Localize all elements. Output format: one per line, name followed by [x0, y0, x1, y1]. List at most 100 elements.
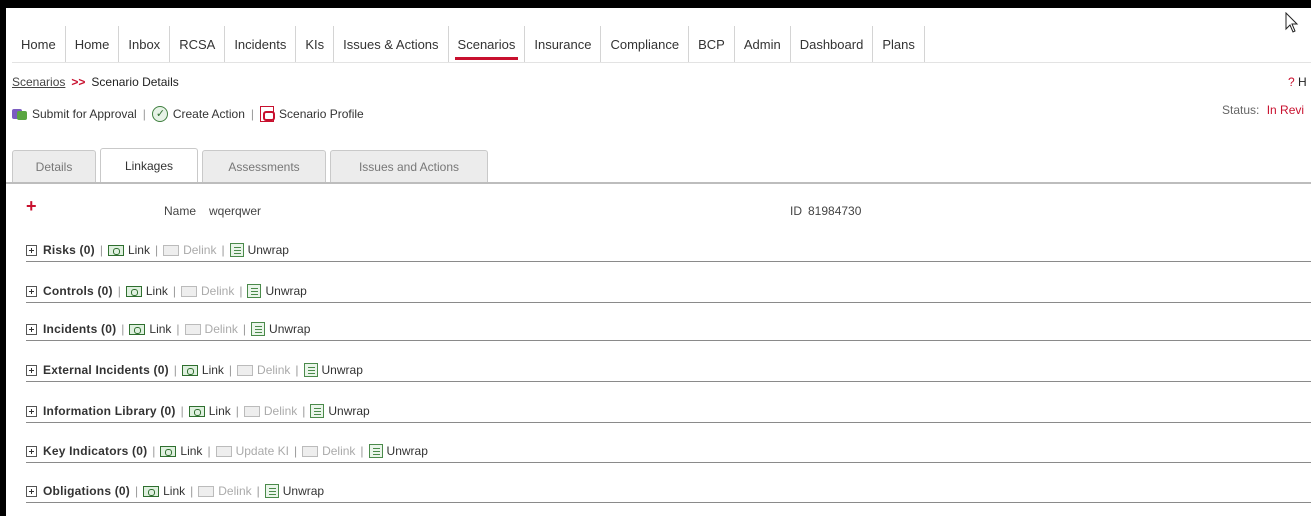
section-divider [26, 502, 1311, 503]
expand-icon[interactable] [26, 364, 37, 376]
mouse-cursor-icon [1285, 12, 1299, 33]
unwrap-button[interactable]: Unwrap [247, 284, 307, 298]
expand-icon[interactable] [26, 445, 37, 457]
submit-approval-icon [12, 107, 27, 121]
nav-item-kis[interactable]: KIs [296, 26, 335, 62]
nav-item-inbox[interactable]: Inbox [119, 26, 171, 62]
pipe-separator: | [99, 243, 103, 257]
link-button[interactable]: Link [125, 284, 168, 298]
delink-label: Delink [322, 444, 356, 458]
status-value: In Revi [1266, 103, 1305, 117]
nav-item-insurance[interactable]: Insurance [525, 26, 602, 62]
pipe-separator: | [152, 444, 156, 458]
delink-button: Delink [243, 404, 297, 418]
nav-item-dashboard[interactable]: Dashboard [791, 26, 874, 62]
pipe-separator: | [228, 363, 233, 377]
section-title: External Incidents (0) [43, 363, 169, 377]
link-button[interactable]: Link [160, 444, 202, 458]
unwrap-icon [247, 284, 262, 298]
expand-icon[interactable] [26, 485, 37, 497]
nav-item-rcsa[interactable]: RCSA [170, 26, 226, 62]
expand-icon[interactable] [26, 405, 37, 417]
nav-item-compliance[interactable]: Compliance [601, 26, 690, 62]
nav-item-issues-actions[interactable]: Issues & Actions [334, 26, 449, 62]
tab-details[interactable]: Details [12, 150, 96, 182]
unwrap-label: Unwrap [321, 363, 363, 377]
submit-for-approval-button[interactable]: Submit for Approval [12, 107, 137, 121]
unwrap-label: Unwrap [282, 484, 325, 498]
link-button[interactable]: Link [107, 243, 150, 257]
unwrap-label: Unwrap [328, 404, 370, 418]
pipe-separator: | [256, 484, 260, 498]
link-button[interactable]: Link [143, 484, 185, 498]
link-button[interactable]: Link [188, 404, 231, 418]
unwrap-button[interactable]: Unwrap [264, 484, 325, 498]
link-label: Link [201, 363, 224, 377]
link-button[interactable]: Link [129, 322, 171, 336]
nav-item-scenarios[interactable]: Scenarios [449, 26, 526, 62]
tab-issues-and-actions[interactable]: Issues and Actions [330, 150, 488, 182]
create-action-button[interactable]: Create Action [151, 106, 245, 122]
unwrap-icon [264, 484, 279, 498]
unwrap-button[interactable]: Unwrap [229, 243, 289, 257]
section-title: Incidents (0) [43, 322, 117, 336]
add-icon[interactable]: + [26, 196, 37, 217]
linkage-section-incidents: Incidents (0) | Link | Delink | Unwrap [26, 320, 1311, 362]
linkage-section-controls: Controls (0) | Link | Delink | Unwrap [26, 282, 1311, 324]
status-label: Status: [1222, 103, 1260, 117]
create-action-label: Create Action [172, 107, 245, 121]
breadcrumb-current: Scenario Details [91, 75, 179, 89]
unwrap-icon [251, 322, 266, 336]
nav-item-home-2[interactable]: Home [66, 26, 120, 62]
delink-label: Delink [201, 284, 235, 298]
pipe-separator: | [117, 284, 121, 298]
pipe-separator: | [180, 404, 184, 418]
linkage-section-risks: Risks (0) | Link | Delink | Unwrap [26, 241, 1311, 283]
link-icon [107, 244, 124, 256]
breadcrumb-separator: >> [71, 75, 86, 89]
pipe-separator: | [360, 444, 364, 458]
linkage-section-key-indicators: Key Indicators (0) | Link | Update KI | … [26, 442, 1311, 484]
tab-linkages[interactable]: Linkages [100, 148, 198, 183]
pipe-separator: | [154, 243, 159, 257]
tab-assessments[interactable]: Assessments [202, 150, 326, 182]
window-top-border [0, 0, 1311, 8]
link-label: Link [145, 284, 168, 298]
link-button[interactable]: Link [181, 363, 224, 377]
unwrap-button[interactable]: Unwrap [310, 404, 370, 418]
link-label: Link [127, 243, 150, 257]
linkage-section-information-library: Information Library (0) | Link | Delink … [26, 402, 1311, 444]
delink-icon [163, 244, 180, 256]
nav-item-incidents[interactable]: Incidents [225, 26, 297, 62]
unwrap-button[interactable]: Unwrap [303, 363, 363, 377]
nav-item-bcp[interactable]: BCP [689, 26, 735, 62]
expand-icon[interactable] [26, 244, 37, 256]
name-value: wqerqwer [209, 204, 262, 218]
scenario-profile-button[interactable]: Scenario Profile [260, 106, 364, 122]
pdf-icon [260, 106, 276, 122]
pipe-separator: | [190, 484, 194, 498]
unwrap-button[interactable]: Unwrap [368, 444, 428, 458]
help-link[interactable]: ? H [1288, 75, 1307, 89]
pipe-separator: | [295, 363, 299, 377]
delink-button: Delink [237, 363, 290, 377]
link-icon [181, 364, 198, 376]
unwrap-button[interactable]: Unwrap [251, 322, 310, 336]
breadcrumb-scenarios-link[interactable]: Scenarios [12, 75, 65, 89]
nav-item-home[interactable]: Home [12, 26, 66, 62]
nav-item-plans[interactable]: Plans [873, 26, 925, 62]
nav-item-admin[interactable]: Admin [735, 26, 791, 62]
main-nav: Home Home Inbox RCSA Incidents KIs Issue… [12, 26, 925, 62]
pipe-separator: | [121, 322, 125, 336]
expand-icon[interactable] [26, 285, 37, 297]
unwrap-label: Unwrap [265, 284, 307, 298]
window-left-border [0, 0, 6, 516]
update-ki-label: Update KI [235, 444, 289, 458]
pipe-separator: | [302, 404, 306, 418]
link-icon [125, 285, 142, 297]
toolbar-separator: | [142, 107, 146, 121]
section-divider [26, 261, 1311, 262]
detail-tabs: Details Linkages Assessments Issues and … [12, 148, 492, 183]
expand-icon[interactable] [26, 323, 37, 335]
linkage-section-obligations: Obligations (0) | Link | Delink | Unwrap [26, 482, 1311, 516]
